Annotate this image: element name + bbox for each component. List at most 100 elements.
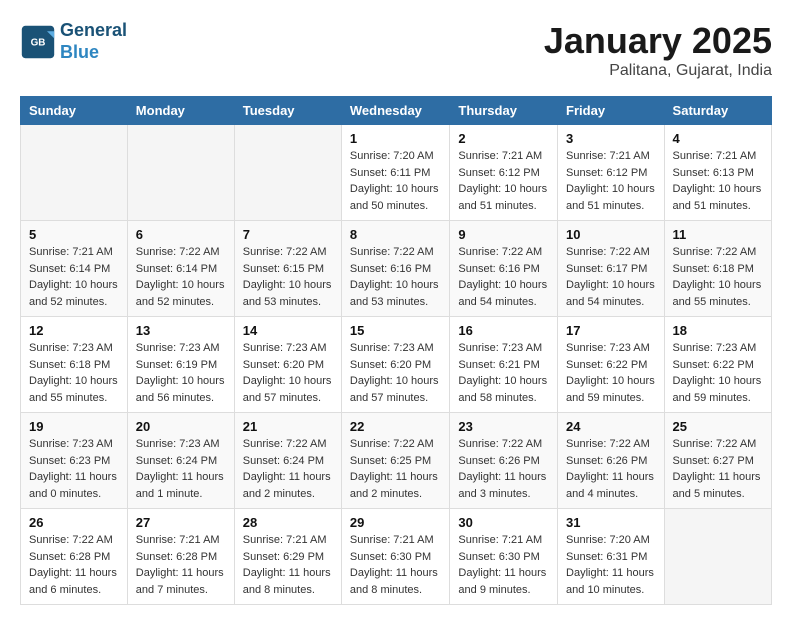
day-cell: 15 Sunrise: 7:23 AM Sunset: 6:20 PM Dayli… [341, 317, 450, 413]
day-number: 2 [458, 131, 549, 146]
week-row-1: 1Sunrise: 7:20 AM Sunset: 6:11 PM Daylig… [21, 125, 772, 221]
day-info: Sunrise: 7:22 AM Sunset: 6:24 PM Dayligh… [243, 436, 333, 502]
week-row-2: 5 Sunrise: 7:21 AM Sunset: 6:14 PM Daylig… [21, 221, 772, 317]
day-number: 23 [458, 419, 549, 434]
day-number: 16 [458, 323, 549, 338]
logo-icon: GB [20, 24, 56, 60]
day-info: Sunrise: 7:20 AM Sunset: 6:31 PM Dayligh… [566, 532, 656, 598]
day-info: Sunrise: 7:22 AM Sunset: 6:17 PM Dayligh… [566, 244, 656, 310]
day-number: 12 [29, 323, 119, 338]
day-number: 26 [29, 515, 119, 530]
day-info: Sunrise: 7:23 AM Sunset: 6:18 PM Dayligh… [29, 340, 119, 406]
day-cell: 31 Sunrise: 7:20 AM Sunset: 6:31 PM Dayli… [558, 509, 665, 605]
day-cell: 14 Sunrise: 7:23 AM Sunset: 6:20 PM Dayli… [234, 317, 341, 413]
day-cell: 23Sunrise: 7:22 AM Sunset: 6:26 PM Dayli… [450, 413, 558, 509]
week-row-5: 26Sunrise: 7:22 AM Sunset: 6:28 PM Dayli… [21, 509, 772, 605]
day-number: 13 [136, 323, 226, 338]
month-title: January 2025 [544, 20, 772, 62]
day-info: Sunrise: 7:23 AM Sunset: 6:21 PM Dayligh… [458, 340, 549, 406]
title-block: January 2025 Palitana, Gujarat, India [544, 20, 772, 80]
day-number: 27 [136, 515, 226, 530]
week-row-4: 19Sunrise: 7:23 AM Sunset: 6:23 PM Dayli… [21, 413, 772, 509]
day-info: Sunrise: 7:23 AM Sunset: 6:22 PM Dayligh… [566, 340, 656, 406]
day-number: 5 [29, 227, 119, 242]
day-info: Sunrise: 7:23 AM Sunset: 6:24 PM Dayligh… [136, 436, 226, 502]
day-number: 8 [350, 227, 442, 242]
day-info: Sunrise: 7:23 AM Sunset: 6:22 PM Dayligh… [673, 340, 763, 406]
day-number: 25 [673, 419, 763, 434]
day-number: 30 [458, 515, 549, 530]
svg-text:GB: GB [31, 37, 46, 48]
day-info: Sunrise: 7:21 AM Sunset: 6:13 PM Dayligh… [673, 148, 763, 214]
day-cell [234, 125, 341, 221]
weekday-header-wednesday: Wednesday [341, 97, 450, 125]
day-cell: 5 Sunrise: 7:21 AM Sunset: 6:14 PM Daylig… [21, 221, 128, 317]
day-cell: 21Sunrise: 7:22 AM Sunset: 6:24 PM Dayli… [234, 413, 341, 509]
day-number: 19 [29, 419, 119, 434]
day-cell: 20Sunrise: 7:23 AM Sunset: 6:24 PM Dayli… [127, 413, 234, 509]
day-number: 15 [350, 323, 442, 338]
day-info: Sunrise: 7:21 AM Sunset: 6:30 PM Dayligh… [458, 532, 549, 598]
calendar-table: SundayMondayTuesdayWednesdayThursdayFrid… [20, 96, 772, 605]
weekday-header-tuesday: Tuesday [234, 97, 341, 125]
day-cell: 17 Sunrise: 7:23 AM Sunset: 6:22 PM Dayli… [558, 317, 665, 413]
day-cell: 7Sunrise: 7:22 AM Sunset: 6:15 PM Daylig… [234, 221, 341, 317]
day-cell: 10 Sunrise: 7:22 AM Sunset: 6:17 PM Dayli… [558, 221, 665, 317]
day-cell: 8 Sunrise: 7:22 AM Sunset: 6:16 PM Daylig… [341, 221, 450, 317]
day-cell: 13Sunrise: 7:23 AM Sunset: 6:19 PM Dayli… [127, 317, 234, 413]
weekday-header-monday: Monday [127, 97, 234, 125]
day-cell: 9 Sunrise: 7:22 AM Sunset: 6:16 PM Daylig… [450, 221, 558, 317]
day-number: 11 [673, 227, 763, 242]
day-cell: 26Sunrise: 7:22 AM Sunset: 6:28 PM Dayli… [21, 509, 128, 605]
weekday-header-saturday: Saturday [664, 97, 771, 125]
day-number: 9 [458, 227, 549, 242]
day-cell: 4 Sunrise: 7:21 AM Sunset: 6:13 PM Daylig… [664, 125, 771, 221]
weekday-header-thursday: Thursday [450, 97, 558, 125]
day-info: Sunrise: 7:22 AM Sunset: 6:16 PM Dayligh… [458, 244, 549, 310]
page-header: GB General Blue January 2025 Palitana, G… [20, 20, 772, 80]
day-cell: 19Sunrise: 7:23 AM Sunset: 6:23 PM Dayli… [21, 413, 128, 509]
day-cell: 12 Sunrise: 7:23 AM Sunset: 6:18 PM Dayli… [21, 317, 128, 413]
day-number: 17 [566, 323, 656, 338]
location-subtitle: Palitana, Gujarat, India [544, 62, 772, 80]
logo: GB General Blue [20, 20, 127, 63]
day-cell: 30 Sunrise: 7:21 AM Sunset: 6:30 PM Dayli… [450, 509, 558, 605]
day-number: 3 [566, 131, 656, 146]
day-cell: 11 Sunrise: 7:22 AM Sunset: 6:18 PM Dayli… [664, 221, 771, 317]
day-number: 22 [350, 419, 442, 434]
day-info: Sunrise: 7:22 AM Sunset: 6:18 PM Dayligh… [673, 244, 763, 310]
day-cell: 28Sunrise: 7:21 AM Sunset: 6:29 PM Dayli… [234, 509, 341, 605]
day-number: 31 [566, 515, 656, 530]
day-cell [21, 125, 128, 221]
day-info: Sunrise: 7:22 AM Sunset: 6:27 PM Dayligh… [673, 436, 763, 502]
day-number: 4 [673, 131, 763, 146]
day-cell: 2Sunrise: 7:21 AM Sunset: 6:12 PM Daylig… [450, 125, 558, 221]
logo-text: General Blue [60, 20, 127, 63]
day-info: Sunrise: 7:22 AM Sunset: 6:14 PM Dayligh… [136, 244, 226, 310]
day-cell: 24Sunrise: 7:22 AM Sunset: 6:26 PM Dayli… [558, 413, 665, 509]
day-info: Sunrise: 7:21 AM Sunset: 6:28 PM Dayligh… [136, 532, 226, 598]
day-number: 7 [243, 227, 333, 242]
day-cell: 29Sunrise: 7:21 AM Sunset: 6:30 PM Dayli… [341, 509, 450, 605]
day-number: 14 [243, 323, 333, 338]
day-info: Sunrise: 7:23 AM Sunset: 6:20 PM Dayligh… [350, 340, 442, 406]
day-info: Sunrise: 7:22 AM Sunset: 6:26 PM Dayligh… [566, 436, 656, 502]
day-number: 10 [566, 227, 656, 242]
day-number: 29 [350, 515, 442, 530]
day-cell: 16 Sunrise: 7:23 AM Sunset: 6:21 PM Dayli… [450, 317, 558, 413]
day-number: 18 [673, 323, 763, 338]
weekday-header-friday: Friday [558, 97, 665, 125]
day-info: Sunrise: 7:22 AM Sunset: 6:25 PM Dayligh… [350, 436, 442, 502]
day-info: Sunrise: 7:22 AM Sunset: 6:16 PM Dayligh… [350, 244, 442, 310]
weekday-header-sunday: Sunday [21, 97, 128, 125]
day-cell: 27 Sunrise: 7:21 AM Sunset: 6:28 PM Dayli… [127, 509, 234, 605]
day-cell: 6Sunrise: 7:22 AM Sunset: 6:14 PM Daylig… [127, 221, 234, 317]
week-row-3: 12 Sunrise: 7:23 AM Sunset: 6:18 PM Dayli… [21, 317, 772, 413]
day-number: 28 [243, 515, 333, 530]
weekday-header-row: SundayMondayTuesdayWednesdayThursdayFrid… [21, 97, 772, 125]
day-info: Sunrise: 7:21 AM Sunset: 6:12 PM Dayligh… [566, 148, 656, 214]
day-cell: 3 Sunrise: 7:21 AM Sunset: 6:12 PM Daylig… [558, 125, 665, 221]
day-info: Sunrise: 7:21 AM Sunset: 6:14 PM Dayligh… [29, 244, 119, 310]
day-cell [664, 509, 771, 605]
day-info: Sunrise: 7:23 AM Sunset: 6:20 PM Dayligh… [243, 340, 333, 406]
